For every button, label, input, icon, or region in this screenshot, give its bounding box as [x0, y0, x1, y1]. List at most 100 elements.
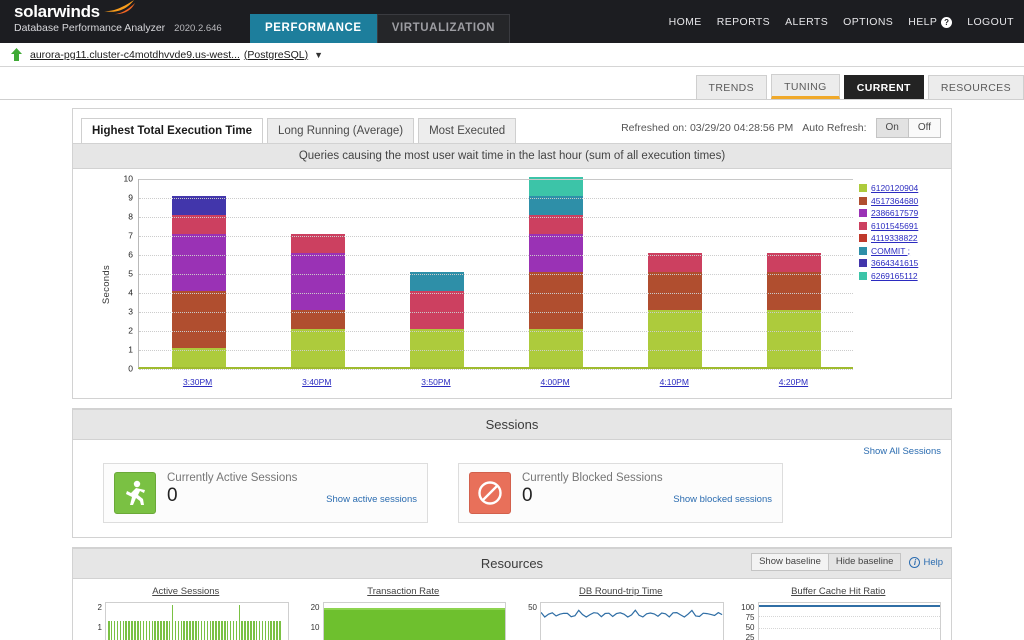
query-card-tab-bar: Highest Total Execution Time Long Runnin… [73, 109, 951, 144]
chart-y-tick: 7 [128, 230, 133, 241]
chart-bar-segment[interactable] [290, 253, 345, 310]
nav-help[interactable]: HELP? [908, 16, 953, 28]
chart-bar-segment[interactable] [409, 329, 464, 367]
show-blocked-sessions-link[interactable]: Show blocked sessions [673, 494, 772, 507]
nav-options[interactable]: OPTIONS [843, 16, 893, 28]
chart-bar-segment[interactable] [290, 329, 345, 367]
resource-chart-cell: Buffer Cache Hit Ratio 100 75 50 25 [730, 586, 948, 640]
main-tab-performance[interactable]: PERFORMANCE [250, 14, 377, 43]
auto-refresh-on-button[interactable]: On [875, 118, 908, 138]
tab-most-executed[interactable]: Most Executed [418, 118, 517, 143]
legend-item[interactable]: 4517364680 [859, 196, 945, 206]
tab-trends[interactable]: TRENDS [695, 75, 768, 99]
chart-bar-segment[interactable] [171, 291, 226, 348]
legend-item[interactable]: 3664341615 [859, 258, 945, 268]
chart-legend: 6120120904 4517364680 2386617579 6101545691… [853, 179, 945, 390]
chart-bar-segment[interactable] [647, 310, 702, 367]
active-sessions-box[interactable]: Currently Active Sessions 0 Show active … [103, 463, 428, 523]
sessions-panel-title: Sessions [73, 409, 951, 440]
legend-item[interactable]: 6269165112 [859, 271, 945, 281]
resources-card: Resources Show baseline Hide baseline i … [72, 547, 952, 640]
refresh-controls: Refreshed on: 03/29/20 04:28:56 PM Auto … [621, 118, 941, 138]
legend-swatch [859, 259, 867, 267]
resource-chart-title[interactable]: Transaction Rate [301, 586, 507, 597]
resources-panel-title-text: Resources [480, 556, 544, 571]
nav-logout[interactable]: LOGOUT [967, 16, 1014, 28]
tab-tuning[interactable]: TUNING [771, 74, 840, 99]
legend-item[interactable]: 2386617579 [859, 208, 945, 218]
chart-bar-segment[interactable] [528, 329, 583, 367]
query-performance-card: Highest Total Execution Time Long Runnin… [72, 108, 952, 399]
chart-x-tick-label[interactable]: 4:10PM [660, 377, 689, 387]
tab-long-running-average[interactable]: Long Running (Average) [266, 118, 415, 143]
chart-bar-segment[interactable] [409, 291, 464, 329]
resource-chart-title[interactable]: Buffer Cache Hit Ratio [736, 586, 942, 597]
tab-resources[interactable]: RESOURCES [927, 75, 1024, 99]
chart-bar[interactable] [528, 177, 583, 367]
chart-bar-segment[interactable] [766, 310, 821, 367]
show-all-sessions-link[interactable]: Show All Sessions [83, 446, 941, 457]
legend-label[interactable]: 6120120904 [871, 183, 918, 193]
chart-gridline [139, 255, 853, 256]
chart-gridline [139, 350, 853, 351]
chart-x-tick-label[interactable]: 3:40PM [302, 377, 331, 387]
resources-panel-title: Resources Show baseline Hide baseline i … [73, 548, 951, 579]
resource-y-tick: 100 [741, 603, 755, 612]
hide-baseline-button[interactable]: Hide baseline [827, 553, 902, 571]
chart-bar[interactable] [409, 272, 464, 367]
resource-chart-y-axis: 20 10 [301, 602, 323, 640]
help-question-icon: ? [941, 16, 953, 28]
resource-chart-title[interactable]: DB Round-trip Time [518, 586, 724, 597]
page-body: Highest Total Execution Time Long Runnin… [0, 100, 1024, 640]
show-active-sessions-link[interactable]: Show active sessions [326, 494, 417, 507]
main-tab-virtualization[interactable]: VIRTUALIZATION [376, 14, 511, 43]
instance-engine[interactable]: (PostgreSQL) [244, 49, 308, 61]
legend-label[interactable]: 3664341615 [871, 258, 918, 268]
legend-label[interactable]: 4119338822 [871, 233, 918, 243]
resource-chart-y-axis: 100 75 50 25 [736, 602, 758, 640]
chart-gridline [139, 293, 853, 294]
legend-label[interactable]: 2386617579 [871, 208, 918, 218]
chart-bar-slot [377, 179, 496, 367]
chart-bar-segment[interactable] [647, 272, 702, 310]
chart-plot-area [138, 177, 853, 370]
chart-bar-segment[interactable] [171, 234, 226, 291]
resource-y-tick: 50 [745, 623, 755, 632]
nav-home[interactable]: HOME [669, 16, 702, 28]
nav-reports[interactable]: REPORTS [717, 16, 770, 28]
chart-y-tick: 9 [128, 192, 133, 203]
chart-x-tick-label[interactable]: 3:50PM [421, 377, 450, 387]
show-baseline-button[interactable]: Show baseline [751, 553, 828, 571]
chevron-down-icon[interactable]: ▼ [314, 50, 323, 60]
chart-x-tick-label[interactable]: 3:30PM [183, 377, 212, 387]
legend-label[interactable]: 6269165112 [871, 271, 918, 281]
chart-bar-segment[interactable] [766, 272, 821, 310]
tab-highest-total-execution-time[interactable]: Highest Total Execution Time [81, 118, 263, 144]
legend-label[interactable]: 4517364680 [871, 196, 918, 206]
chart-x-tick-label[interactable]: 4:20PM [779, 377, 808, 387]
chart-x-tick-label[interactable]: 4:00PM [540, 377, 569, 387]
legend-item[interactable]: 6101545691 [859, 221, 945, 231]
legend-item[interactable]: 6120120904 [859, 183, 945, 193]
chart-bar[interactable] [171, 196, 226, 367]
instance-name-link[interactable]: aurora-pg11.cluster-c4motdhvvde9.us-west… [30, 49, 240, 61]
legend-swatch [859, 184, 867, 192]
nav-alerts[interactable]: ALERTS [785, 16, 828, 28]
chart-y-tick: 5 [128, 268, 133, 279]
resources-help-label: Help [923, 556, 943, 568]
resource-chart-title[interactable]: Active Sessions [83, 586, 289, 597]
tab-current[interactable]: CURRENT [843, 75, 924, 99]
resource-y-tick: 20 [310, 603, 320, 612]
legend-item[interactable]: COMMIT ; [859, 246, 945, 256]
auto-refresh-off-button[interactable]: Off [907, 118, 941, 138]
chart-bar-segment[interactable] [528, 272, 583, 329]
blocked-sessions-box[interactable]: Currently Blocked Sessions 0 Show blocke… [458, 463, 783, 523]
chart-bar-segment[interactable] [528, 234, 583, 272]
chart-bar[interactable] [290, 234, 345, 367]
nav-help-label: HELP [908, 16, 938, 28]
legend-label[interactable]: 6101545691 [871, 221, 918, 231]
blocked-sessions-title: Currently Blocked Sessions [522, 472, 663, 484]
legend-item[interactable]: 4119338822 [859, 233, 945, 243]
resources-help-link[interactable]: i Help [909, 556, 943, 568]
legend-label[interactable]: COMMIT ; [871, 246, 910, 256]
